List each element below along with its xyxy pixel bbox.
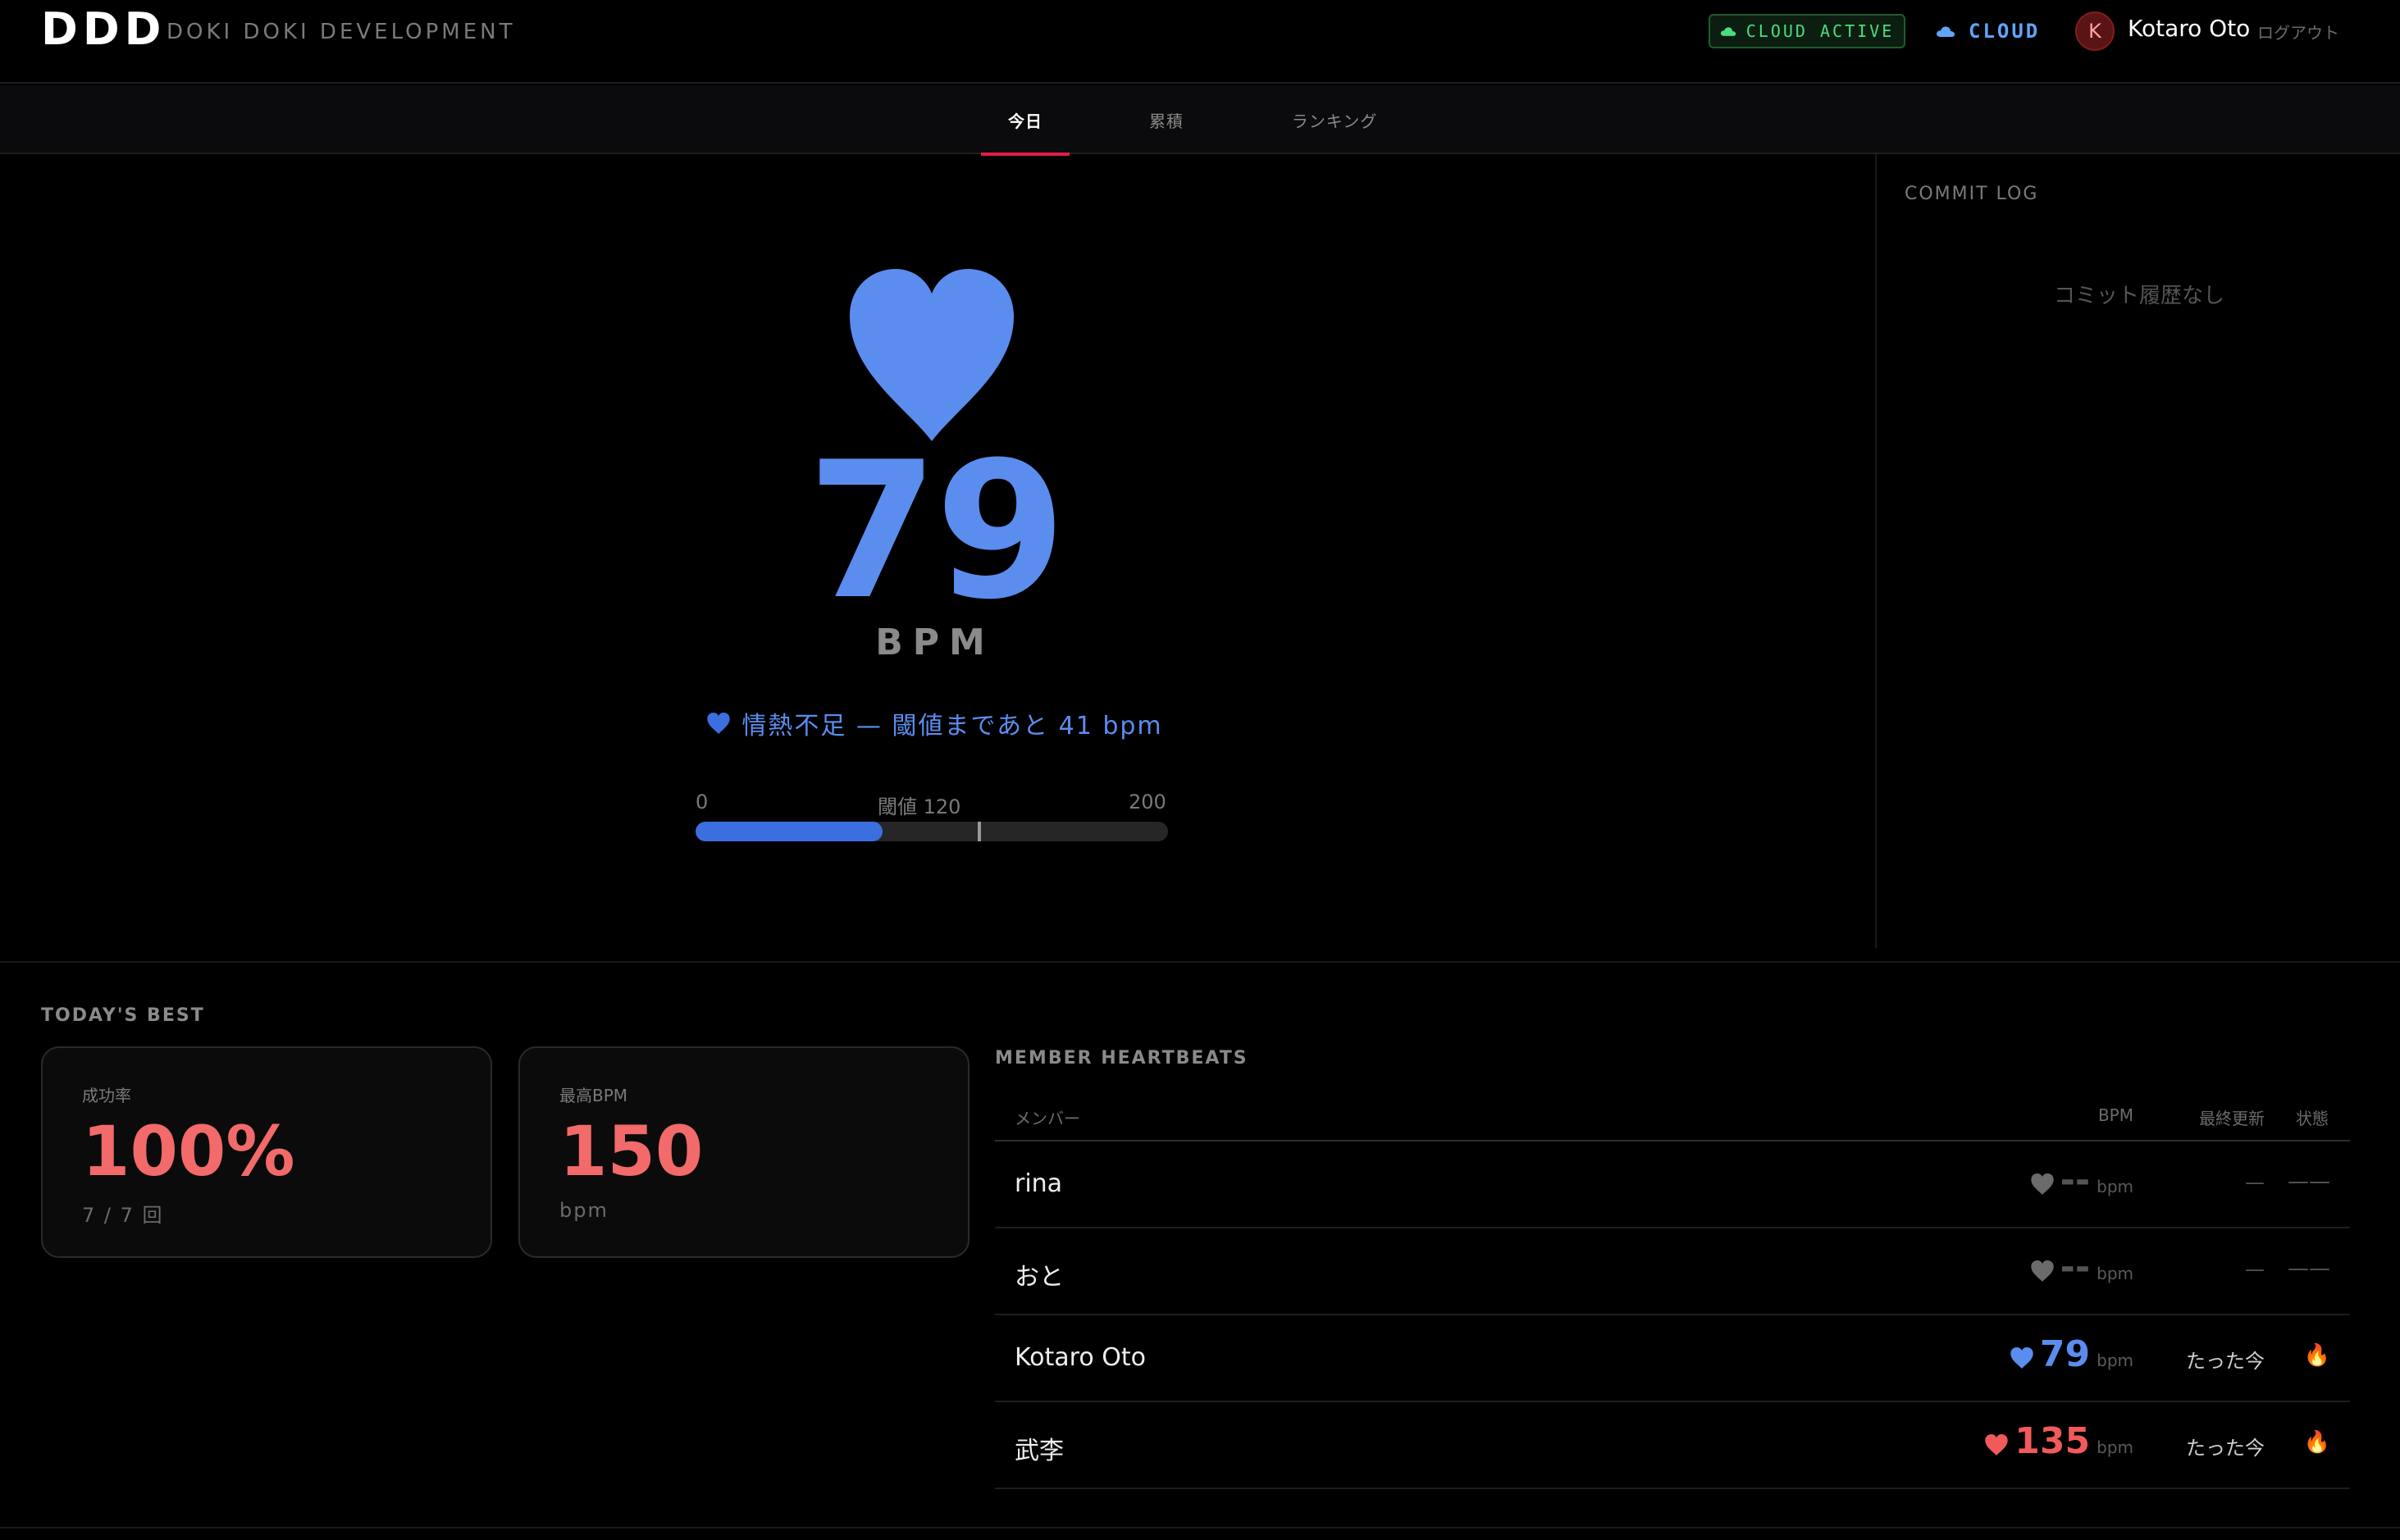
blue-heart-icon [2010, 1347, 2033, 1369]
table-header: メンバー BPM 最終更新 状態 [995, 1094, 2350, 1141]
member-name: 武李 [1015, 1437, 1064, 1465]
member-bpm: -- bpm [2030, 1246, 2133, 1296]
user-avatar[interactable]: K [2075, 11, 2115, 51]
bpm-unit-label: BPM [875, 622, 995, 663]
user-name: Kotaro Oto [2128, 15, 2251, 42]
bar-threshold-label: 閾値 120 [878, 795, 961, 818]
table-row[interactable]: rina -- bpm — —— [995, 1141, 2350, 1228]
tab-cumulative[interactable]: 累積 [1124, 85, 1209, 154]
column-bpm: BPM [2097, 1105, 2133, 1125]
section-divider [0, 961, 2400, 963]
member-name: おと [1015, 1263, 1064, 1292]
tab-bar: 今日 累積 ランキング [0, 85, 2400, 156]
member-bpm: 79 bpm [2010, 1333, 2133, 1383]
threshold-marker [977, 822, 981, 841]
member-name: rina [1015, 1169, 1063, 1198]
column-member: メンバー [1015, 1109, 1080, 1128]
blue-heart-icon [707, 713, 731, 734]
cloud-icon [1937, 26, 1955, 37]
card-label: 最高BPM [559, 1086, 628, 1105]
card-label: 成功率 [82, 1086, 131, 1105]
cloud-active-badge: CLOUD ACTIVE [1709, 14, 1905, 48]
member-bpm: 135 bpm [1985, 1420, 2133, 1469]
member-bpm-value: -- [2060, 1246, 2091, 1288]
member-bpm-value: 79 [2039, 1333, 2091, 1375]
member-heartbeats-table: メンバー BPM 最終更新 状態 rina -- bpm — —— おと -- … [995, 1094, 2350, 1489]
passion-status: 情熱不足 — 閾値まであと 41 bpm [656, 705, 1214, 741]
column-updated: 最終更新 [2199, 1109, 2265, 1128]
bpm-progress-bar [696, 822, 1168, 841]
member-heartbeats-title: MEMBER HEARTBEATS [995, 1048, 1248, 1068]
success-rate-card: 成功率 100% 7 / 7 回 [41, 1046, 492, 1258]
card-sub: bpm [559, 1199, 609, 1222]
member-updated: — [2245, 1171, 2265, 1194]
tab-today[interactable]: 今日 [981, 85, 1070, 156]
max-bpm-card: 最高BPM 150 bpm [518, 1046, 970, 1258]
member-status: —— [2288, 1169, 2330, 1194]
member-bpm-unit: bpm [2097, 1264, 2133, 1283]
member-name: Kotaro Oto [1015, 1343, 1146, 1372]
heartbeat-hero: 79 BPM 情熱不足 — 閾値まであと 41 bpm 0 閾値 120 200 [0, 154, 1875, 963]
app-subtitle: DOKI DOKI DEVELOPMENT [167, 20, 516, 44]
passion-status-text: 情熱不足 — 閾値まであと 41 bpm [741, 712, 1163, 740]
card-sub: 7 / 7 回 [82, 1204, 164, 1227]
heart-icon [850, 269, 1014, 441]
app-logo[interactable]: DDD [41, 3, 166, 55]
member-updated: たった今 [2186, 1437, 2265, 1460]
commit-log-empty: コミット履歴なし [2053, 284, 2224, 308]
cloud-button[interactable]: CLOUD [1936, 14, 2040, 48]
table-row[interactable]: Kotaro Oto 79 bpm たった今 🔥 [995, 1315, 2350, 1402]
member-bpm-value: -- [2060, 1160, 2091, 1201]
cloud-button-label: CLOUD [1969, 20, 2041, 43]
member-bpm: -- bpm [2030, 1160, 2133, 1209]
member-bpm-unit: bpm [2097, 1351, 2133, 1370]
bottom-divider [0, 1527, 2400, 1529]
gray-heart-icon [2030, 1260, 2054, 1282]
bpm-progress-fill [696, 822, 883, 841]
app-root: DDD DOKI DOKI DEVELOPMENT CLOUD ACTIVE C… [0, 0, 2400, 1540]
bar-max-label: 200 [1129, 791, 1166, 813]
member-bpm-value: 135 [2014, 1420, 2091, 1462]
commit-log-panel: COMMIT LOG コミット履歴なし [1875, 154, 2400, 948]
logout-link[interactable]: ログアウト [2257, 20, 2339, 43]
gray-heart-icon [2030, 1173, 2054, 1195]
card-value: 150 [559, 1111, 704, 1191]
table-row[interactable]: おと -- bpm — —— [995, 1228, 2350, 1315]
red-heart-icon [1985, 1434, 2008, 1456]
commit-log-title: COMMIT LOG [1905, 184, 2039, 204]
table-row[interactable]: 武李 135 bpm たった今 🔥 [995, 1402, 2350, 1489]
member-updated: たった今 [2186, 1350, 2265, 1373]
fire-icon: 🔥 [2303, 1343, 2330, 1368]
member-bpm-unit: bpm [2097, 1437, 2133, 1457]
member-bpm-unit: bpm [2097, 1177, 2133, 1196]
bar-min-label: 0 [696, 791, 709, 813]
current-bpm: 79 [806, 422, 1066, 641]
cloud-icon [1720, 27, 1736, 36]
card-value: 100% [82, 1111, 295, 1191]
fire-icon: 🔥 [2303, 1430, 2330, 1455]
tab-ranking[interactable]: ランキング [1268, 85, 1401, 154]
top-header: DDD DOKI DOKI DEVELOPMENT CLOUD ACTIVE C… [0, 0, 2400, 84]
column-status: 状態 [2296, 1109, 2329, 1128]
member-status: —— [2288, 1256, 2330, 1281]
member-updated: — [2245, 1258, 2265, 1281]
cloud-active-label: CLOUD ACTIVE [1745, 21, 1895, 41]
todays-best-title: TODAY'S BEST [41, 1005, 205, 1026]
